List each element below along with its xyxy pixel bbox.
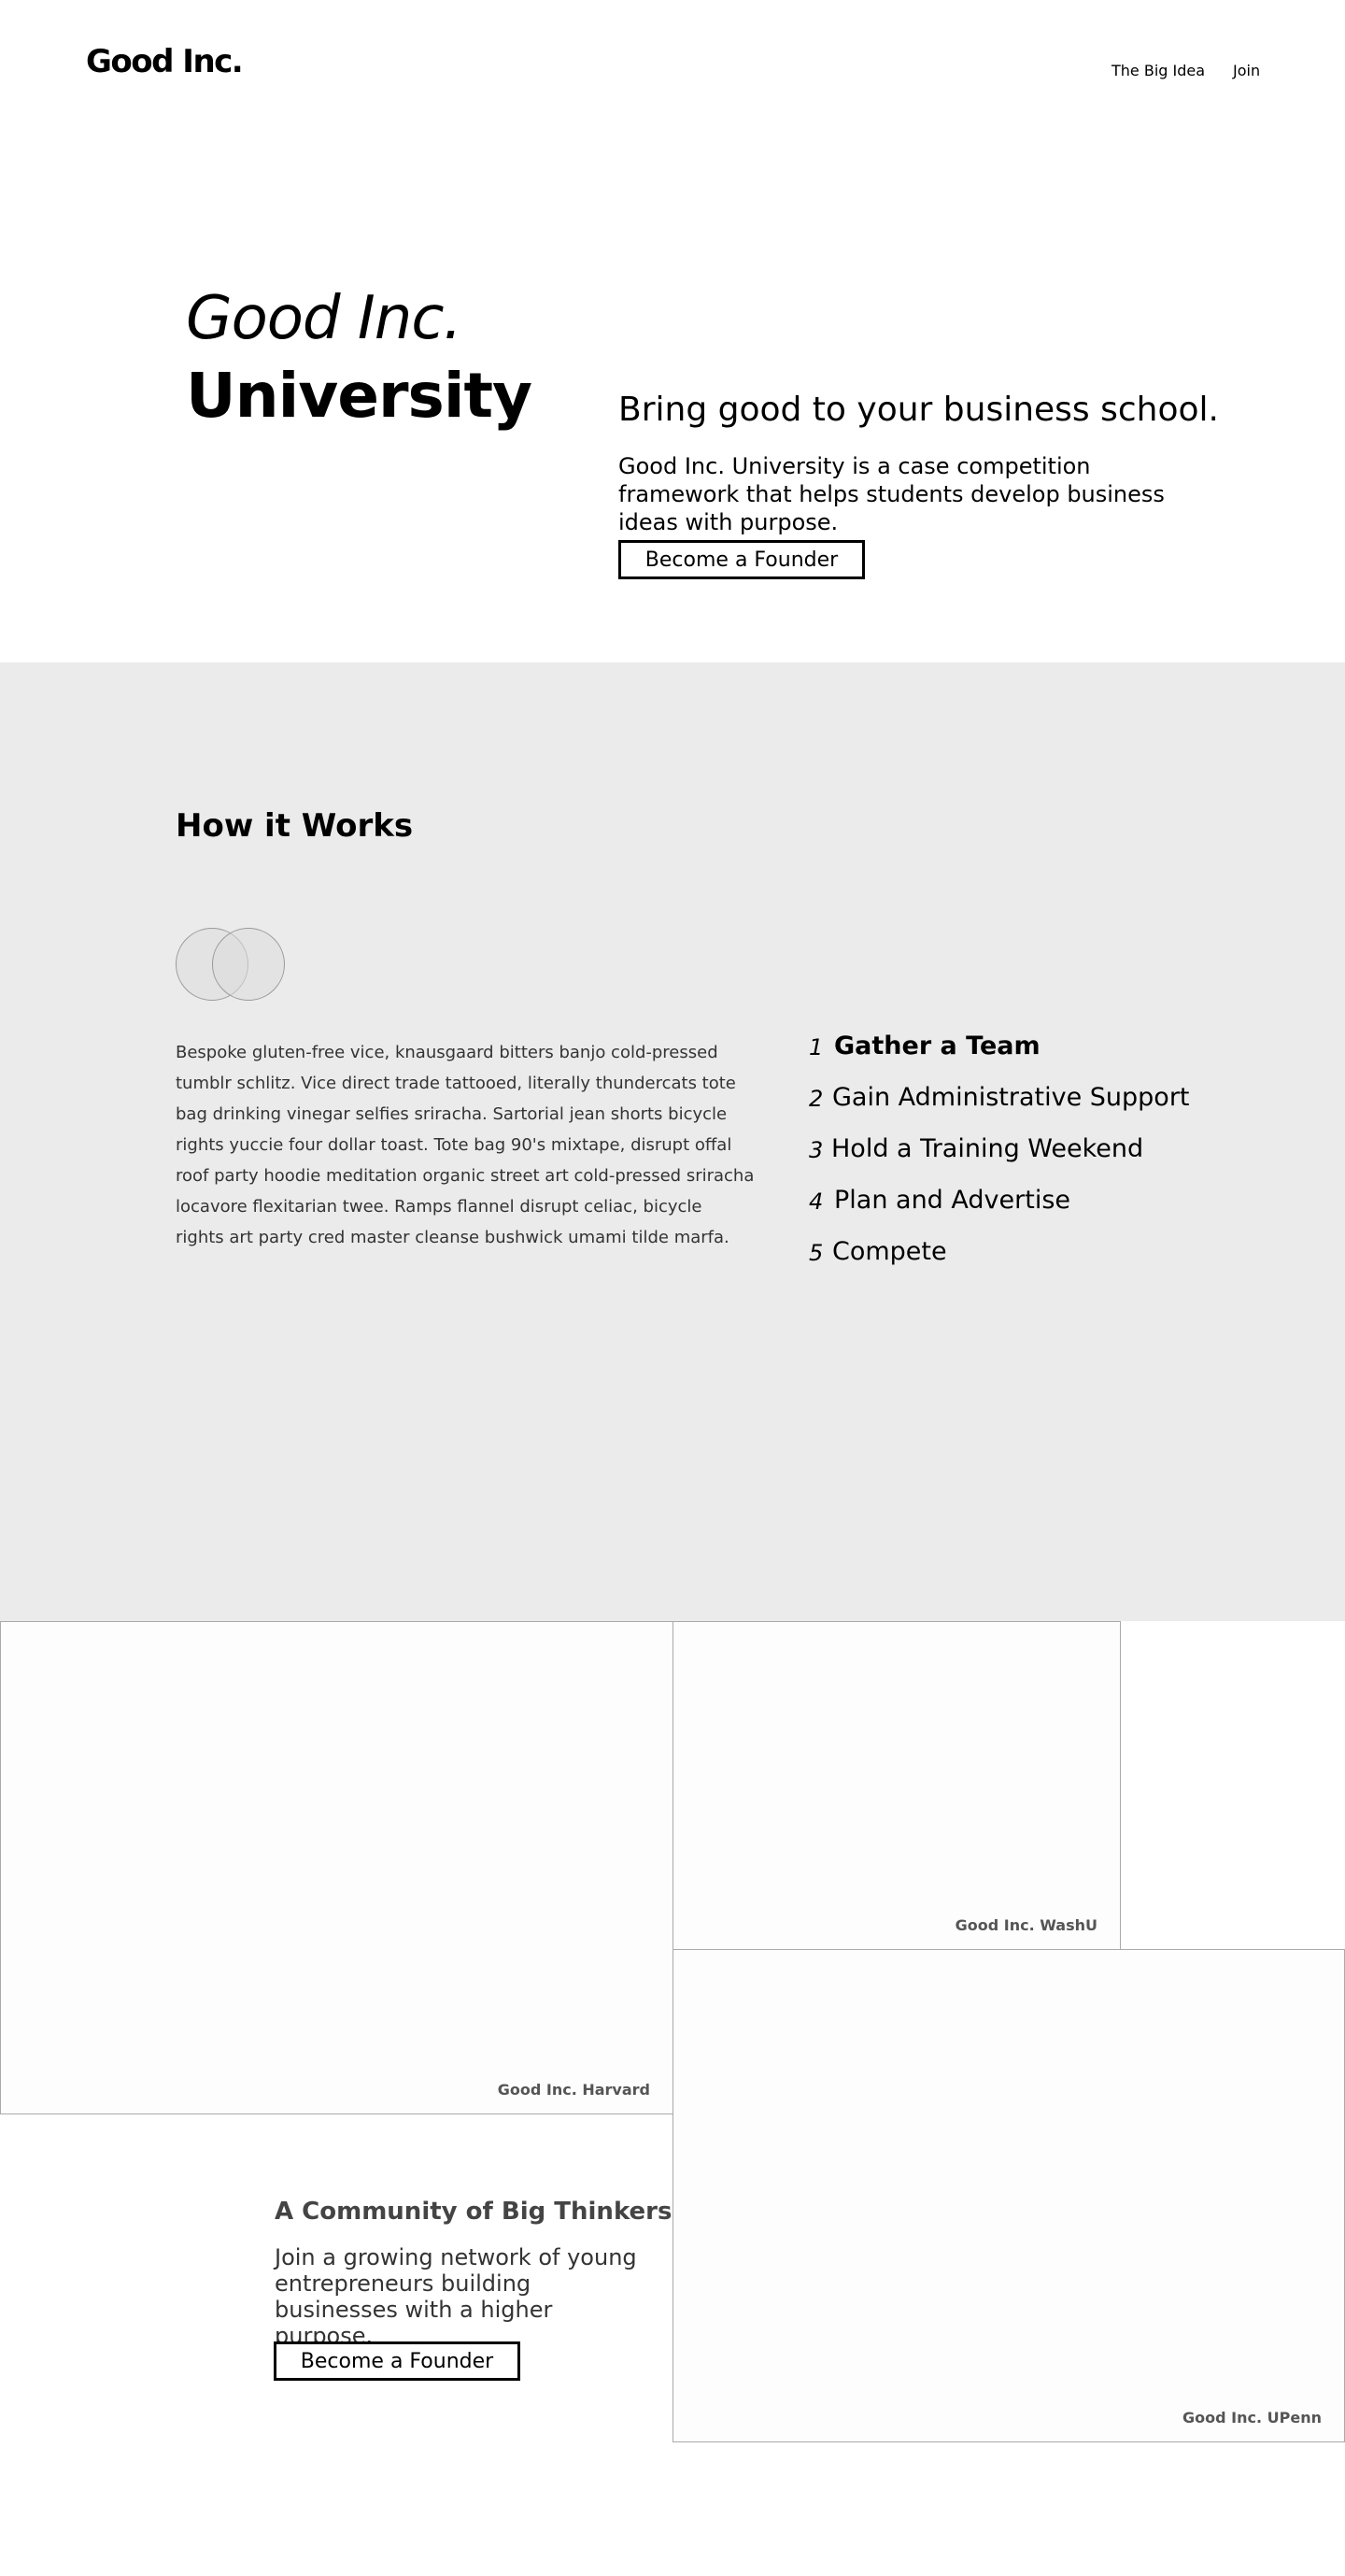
section-title: How it Works: [176, 807, 414, 845]
site-logo[interactable]: Good Inc.: [86, 43, 244, 80]
step-label: Gain Administrative Support: [832, 1083, 1190, 1112]
step-number: 2: [809, 1086, 824, 1112]
how-it-works-body: Bespoke gluten-free vice, knausgaard bit…: [176, 1043, 755, 1247]
community-description: Join a growing network of young entrepre…: [275, 2244, 637, 2349]
hero-title-bold: University: [186, 360, 532, 432]
chapter-card-upenn[interactable]: Good Inc. UPenn: [672, 1949, 1345, 2442]
step-label: Hold a Training Weekend: [831, 1134, 1144, 1163]
nav-link-join[interactable]: Join: [1233, 62, 1260, 79]
step-number: 5: [809, 1240, 824, 1266]
community-title: A Community of Big Thinkers: [275, 2198, 672, 2226]
step-label: Plan and Advertise: [834, 1186, 1070, 1215]
venn-circle-icon: [212, 928, 285, 1001]
step-number: 1: [809, 1034, 824, 1060]
step-label: Compete: [832, 1237, 947, 1266]
become-founder-button[interactable]: Become a Founder: [274, 2341, 520, 2381]
hero-title-italic: Good Inc.: [186, 284, 462, 353]
chapter-card-label: Good Inc. Harvard: [497, 2081, 650, 2099]
chapter-card-washu[interactable]: Good Inc. WashU: [672, 1621, 1121, 1950]
hero-description: Good Inc. University is a case competiti…: [618, 453, 1165, 535]
chapter-card-harvard[interactable]: Good Inc. Harvard: [0, 1621, 673, 2114]
step-label: Gather a Team: [834, 1032, 1041, 1060]
become-founder-button[interactable]: Become a Founder: [618, 540, 865, 579]
step-number: 3: [809, 1137, 824, 1163]
nav-link-big-idea[interactable]: The Big Idea: [1111, 62, 1205, 79]
step-number: 4: [809, 1188, 824, 1215]
hero-subtitle: Bring good to your business school.: [618, 391, 1219, 429]
chapter-card-label: Good Inc. UPenn: [1182, 2409, 1322, 2427]
chapter-card-label: Good Inc. WashU: [955, 1916, 1097, 1934]
